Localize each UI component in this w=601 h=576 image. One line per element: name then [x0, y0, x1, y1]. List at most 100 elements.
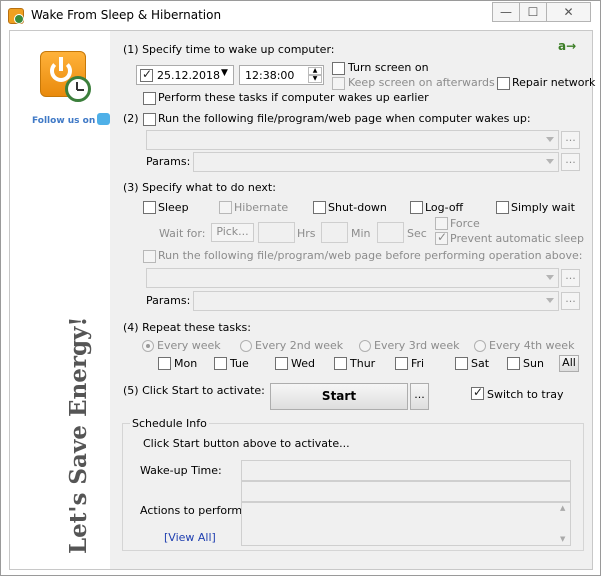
- time-up-icon[interactable]: ▲: [308, 67, 322, 75]
- day-checkbox-tue[interactable]: [214, 357, 227, 370]
- min-label: Min: [351, 227, 371, 240]
- day-label-thur: Thur: [350, 357, 376, 370]
- day-label-sat: Sat: [471, 357, 490, 370]
- day-checkbox-sun[interactable]: [507, 357, 520, 370]
- switch-to-tray-checkbox[interactable]: [471, 385, 484, 400]
- start-options-button[interactable]: ...: [410, 383, 429, 410]
- day-checkbox-thur[interactable]: [334, 357, 347, 370]
- before-params-browse-button[interactable]: ...: [561, 292, 580, 310]
- follow-us-link[interactable]: Follow us on: [32, 113, 111, 126]
- perform-if-earlier-checkbox[interactable]: [143, 92, 156, 105]
- logoff-checkbox[interactable]: [410, 201, 423, 214]
- pick-button[interactable]: Pick...: [211, 223, 254, 242]
- time-field[interactable]: 12:38:00 ▲ ▼: [239, 65, 324, 85]
- sec-label: Sec: [407, 227, 427, 240]
- date-value: 25.12.2018: [157, 69, 220, 82]
- turn-screen-on-checkbox[interactable]: [332, 62, 345, 75]
- language-icon[interactable]: a→: [558, 39, 576, 53]
- day-label-wed: Wed: [291, 357, 315, 370]
- scroll-up-icon[interactable]: ▲: [560, 504, 565, 512]
- every-2nd-week-radio[interactable]: [240, 340, 252, 352]
- title-bar[interactable]: Wake From Sleep & Hibernation — ☐ ✕: [1, 1, 600, 30]
- turn-screen-on-label: Turn screen on: [348, 61, 429, 74]
- power-icon-bar: [59, 57, 63, 71]
- run-before-label: Run the following file/program/web page …: [158, 249, 583, 262]
- switch-to-tray-label: Switch to tray: [487, 388, 564, 401]
- every-3rd-week-radio[interactable]: [359, 340, 371, 352]
- app-window: Wake From Sleep & Hibernation — ☐ ✕ Foll…: [0, 0, 601, 576]
- shutdown-label: Shut-down: [328, 201, 387, 214]
- scroll-down-icon[interactable]: ▼: [560, 535, 565, 543]
- schedule-hint: Click Start button above to activate...: [143, 437, 350, 450]
- twitter-icon[interactable]: [97, 113, 111, 125]
- hours-field[interactable]: [258, 222, 295, 243]
- app-icon: [8, 8, 24, 24]
- every-3rd-week-label: Every 3rd week: [374, 339, 460, 352]
- day-label-sun: Sun: [523, 357, 544, 370]
- repair-network-checkbox[interactable]: [497, 77, 510, 90]
- every-4th-week-radio[interactable]: [474, 340, 486, 352]
- every-4th-week-label: Every 4th week: [489, 339, 575, 352]
- before-file-browse-button[interactable]: ...: [561, 269, 580, 287]
- seconds-field[interactable]: [377, 222, 404, 243]
- wake-file-browse-button[interactable]: ...: [561, 131, 580, 149]
- all-days-button[interactable]: All: [559, 355, 579, 372]
- day-label-mon: Mon: [174, 357, 198, 370]
- wake-params-combo[interactable]: [193, 152, 559, 172]
- date-picker[interactable]: 25.12.2018 ▼: [136, 65, 234, 85]
- force-checkbox[interactable]: [435, 217, 448, 230]
- every-2nd-week-label: Every 2nd week: [255, 339, 344, 352]
- every-week-radio[interactable]: [142, 340, 154, 352]
- sleep-label: Sleep: [158, 201, 189, 214]
- minimize-button[interactable]: —: [492, 2, 520, 22]
- keep-screen-on-checkbox[interactable]: [332, 77, 345, 90]
- date-enabled-checkbox[interactable]: [140, 67, 153, 82]
- view-all-link[interactable]: [View All]: [164, 531, 216, 544]
- close-icon: ✕: [563, 5, 574, 19]
- maximize-button[interactable]: ☐: [519, 2, 547, 22]
- hibernate-label: Hibernate: [234, 201, 289, 214]
- app-logo: [40, 51, 91, 102]
- logoff-label: Log-off: [425, 201, 464, 214]
- close-button[interactable]: ✕: [546, 2, 591, 22]
- time-down-icon[interactable]: ▼: [308, 75, 322, 83]
- step3-heading: (3) Specify what to do next:: [123, 181, 276, 194]
- step5-heading: (5) Click Start to activate:: [123, 384, 265, 397]
- shutdown-checkbox[interactable]: [313, 201, 326, 214]
- force-label: Force: [450, 217, 480, 230]
- wait-for-label: Wait for:: [159, 227, 206, 240]
- day-label-tue: Tue: [230, 357, 249, 370]
- before-file-combo[interactable]: [146, 268, 559, 288]
- schedule-info-title: Schedule Info: [130, 417, 209, 430]
- simply-wait-checkbox[interactable]: [496, 201, 509, 214]
- sleep-checkbox[interactable]: [143, 201, 156, 214]
- client-area: Follow us on Let's Save Energy! (1) Spec…: [9, 30, 595, 570]
- wake-params-browse-button[interactable]: ...: [561, 153, 580, 171]
- day-checkbox-fri[interactable]: [395, 357, 408, 370]
- run-file-checkbox[interactable]: [143, 113, 156, 126]
- day-checkbox-mon[interactable]: [158, 357, 171, 370]
- wakeup-time-field-2: [241, 481, 571, 502]
- slogan: Let's Save Energy!: [65, 316, 92, 555]
- chevron-down-icon: [546, 275, 554, 280]
- day-checkbox-sat[interactable]: [455, 357, 468, 370]
- before-params-combo[interactable]: [193, 291, 559, 311]
- wake-file-combo[interactable]: [146, 130, 559, 150]
- start-button[interactable]: Start: [270, 383, 408, 410]
- hibernate-checkbox[interactable]: [219, 201, 232, 214]
- time-value: 12:38:00: [245, 69, 295, 82]
- run-before-checkbox[interactable]: [143, 250, 156, 263]
- perform-if-earlier-label: Perform these tasks if computer wakes up…: [158, 91, 429, 104]
- minutes-field[interactable]: [321, 222, 348, 243]
- actions-label: Actions to perform:: [140, 504, 246, 517]
- step2-number: (2): [123, 112, 139, 125]
- params-label: Params:: [146, 155, 191, 168]
- sidebar: Follow us on Let's Save Energy!: [10, 31, 111, 569]
- chevron-down-icon: [546, 137, 554, 142]
- day-checkbox-wed[interactable]: [275, 357, 288, 370]
- prevent-sleep-checkbox[interactable]: [435, 230, 448, 245]
- before-params-label: Params:: [146, 294, 191, 307]
- prevent-sleep-label: Prevent automatic sleep: [450, 232, 584, 245]
- actions-list[interactable]: ▲ ▼: [241, 502, 571, 546]
- maximize-icon: ☐: [527, 5, 539, 19]
